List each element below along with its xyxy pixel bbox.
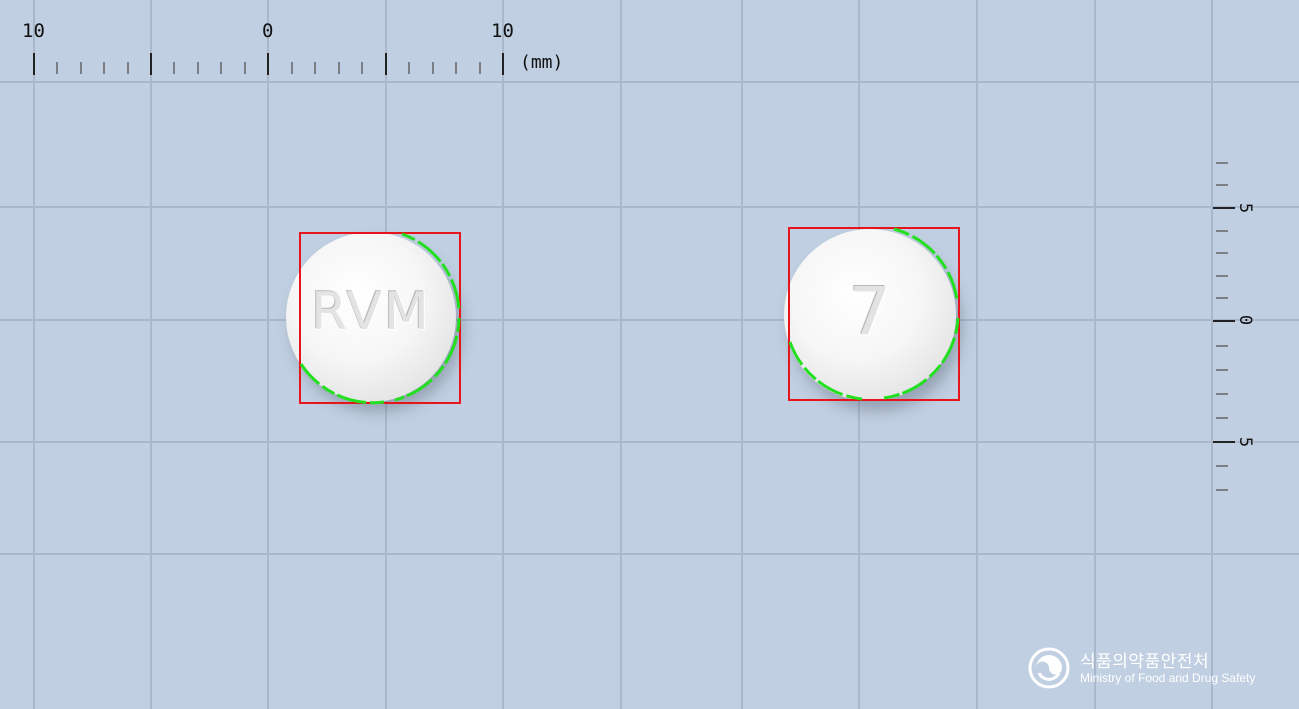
detected-contour: [788, 227, 960, 401]
logo-korean-text: 식품의약품안전처: [1080, 652, 1210, 672]
logo-english-text: Ministry of Food and Drug Safety: [1080, 671, 1256, 685]
ministry-emblem-icon: [1028, 647, 1070, 689]
ministry-logo: 식품의약품안전처 Ministry of Food and Drug Safet…: [1028, 645, 1278, 691]
